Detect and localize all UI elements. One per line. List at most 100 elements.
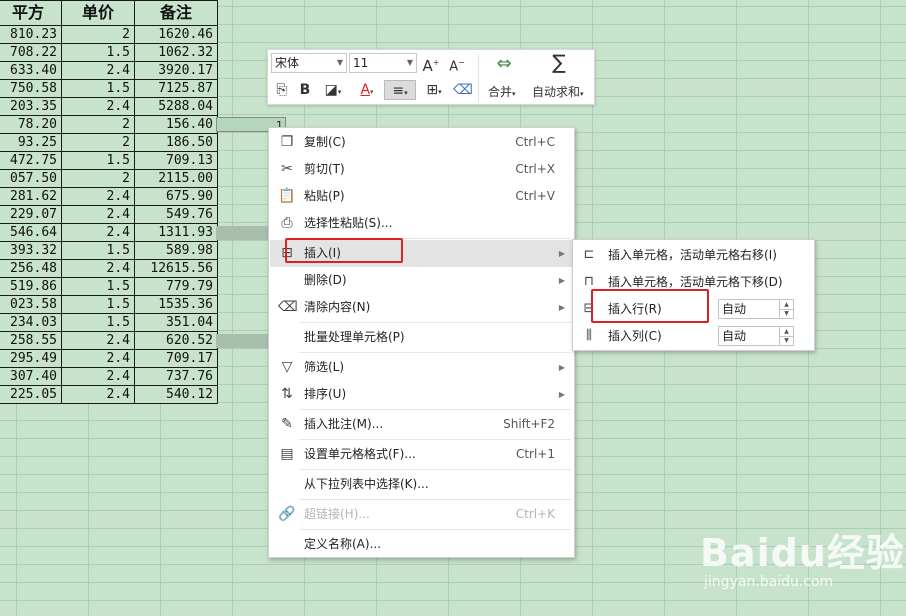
cell-notes[interactable]: 3920.17 [134, 61, 218, 80]
cell-notes[interactable]: 709.17 [134, 349, 218, 368]
clear-format-icon[interactable]: ⌫ [452, 80, 474, 100]
increase-font-size-icon[interactable]: A+ [420, 53, 442, 75]
menu-item-sort[interactable]: ⇅ 排序(U) ▶ [270, 381, 573, 408]
cell-area[interactable]: 78.20 [0, 115, 62, 134]
menu-item-clear-contents[interactable]: ⌫ 清除内容(N) ▶ [270, 294, 573, 321]
cell-price[interactable]: 2 [61, 25, 135, 44]
autosum-button[interactable]: 自动求和▾ [532, 83, 584, 100]
cell-area[interactable]: 393.32 [0, 241, 62, 260]
cell-area[interactable]: 472.75 [0, 151, 62, 170]
insert-row-count-stepper[interactable]: 自动 ▲ ▼ [718, 299, 794, 319]
cell-area[interactable]: 708.22 [0, 43, 62, 62]
cell-price[interactable]: 2.4 [61, 331, 135, 350]
cell-price[interactable]: 2.4 [61, 385, 135, 404]
cell-price[interactable]: 1.5 [61, 79, 135, 98]
cell-price[interactable]: 1.5 [61, 277, 135, 296]
cell-area[interactable]: 519.86 [0, 277, 62, 296]
font-size-select[interactable]: 11 ▼ [349, 53, 417, 73]
menu-item-pick-from-list[interactable]: 从下拉列表中选择(K)... [270, 471, 573, 498]
cell-notes[interactable]: 186.50 [134, 133, 218, 152]
cell-area[interactable]: 225.05 [0, 385, 62, 404]
cell-notes[interactable]: 589.98 [134, 241, 218, 260]
cell-area[interactable]: 281.62 [0, 187, 62, 206]
align-center-icon[interactable]: ≡▾ [384, 80, 416, 100]
cell-area[interactable]: 307.40 [0, 367, 62, 386]
menu-item-batch-process[interactable]: 批量处理单元格(P) [270, 324, 573, 351]
cell-notes[interactable]: 540.12 [134, 385, 218, 404]
menu-item-paste[interactable]: 📋 粘贴(P) Ctrl+V [270, 183, 573, 210]
font-color-icon[interactable]: A▾ [352, 80, 382, 100]
cell-notes[interactable]: 549.76 [134, 205, 218, 224]
cell-area[interactable]: 810.23 [0, 25, 62, 44]
highlighted-cell[interactable] [216, 226, 268, 240]
cell-price[interactable]: 2 [61, 133, 135, 152]
cell-notes[interactable]: 5288.04 [134, 97, 218, 116]
cell-notes[interactable]: 1535.36 [134, 295, 218, 314]
cell-area[interactable]: 057.50 [0, 169, 62, 188]
cell-price[interactable]: 2.4 [61, 349, 135, 368]
merge-button[interactable]: 合并▾ [488, 83, 516, 100]
cell-notes[interactable]: 779.79 [134, 277, 218, 296]
cell-notes[interactable]: 675.90 [134, 187, 218, 206]
column-header-area[interactable]: 平方 [0, 0, 62, 26]
cell-notes[interactable]: 351.04 [134, 313, 218, 332]
cell-area[interactable]: 295.49 [0, 349, 62, 368]
cell-price[interactable]: 2.4 [61, 61, 135, 80]
submenu-item-insert-column[interactable]: ⫼ 插入列(C) 自动 ▲ ▼ [574, 323, 813, 349]
menu-item-insert-comment[interactable]: ✎ 插入批注(M)... Shift+F2 [270, 411, 573, 438]
cell-price[interactable]: 2.4 [61, 259, 135, 278]
cell-price[interactable]: 2.4 [61, 367, 135, 386]
cell-price[interactable]: 2 [61, 169, 135, 188]
fill-color-icon[interactable]: ◪▾ [318, 80, 348, 100]
cell-area[interactable]: 258.55 [0, 331, 62, 350]
cell-notes[interactable]: 1620.46 [134, 25, 218, 44]
merge-cells-icon[interactable]: ⇔ [490, 54, 518, 74]
cell-area[interactable]: 750.58 [0, 79, 62, 98]
format-painter-icon[interactable]: ⎘ [272, 80, 292, 100]
menu-item-format-cells[interactable]: ▤ 设置单元格格式(F)... Ctrl+1 [270, 441, 573, 468]
menu-item-paste-special[interactable]: ⎙ 选择性粘贴(S)... [270, 210, 573, 237]
cell-price[interactable]: 2.4 [61, 223, 135, 242]
cell-price[interactable]: 2.4 [61, 187, 135, 206]
column-header-notes[interactable]: 备注 [134, 0, 218, 26]
menu-item-copy[interactable]: ❐ 复制(C) Ctrl+C [270, 129, 573, 156]
cell-area[interactable]: 203.35 [0, 97, 62, 116]
menu-item-cut[interactable]: ✂ 剪切(T) Ctrl+X [270, 156, 573, 183]
bold-icon[interactable]: B [296, 80, 314, 100]
cell-area[interactable]: 234.03 [0, 313, 62, 332]
cell-notes[interactable]: 737.76 [134, 367, 218, 386]
cell-price[interactable]: 2 [61, 115, 135, 134]
cell-area[interactable]: 256.48 [0, 259, 62, 278]
font-name-select[interactable]: 宋体 ▼ [271, 53, 347, 73]
cell-notes[interactable]: 709.13 [134, 151, 218, 170]
cell-price[interactable]: 2.4 [61, 205, 135, 224]
cell-notes[interactable]: 156.40 [134, 115, 218, 134]
cell-price[interactable]: 1.5 [61, 295, 135, 314]
borders-icon[interactable]: ⊞▾ [420, 80, 448, 100]
cell-notes[interactable]: 2115.00 [134, 169, 218, 188]
cell-notes[interactable]: 620.52 [134, 331, 218, 350]
cell-area[interactable]: 93.25 [0, 133, 62, 152]
stepper-down-icon[interactable]: ▼ [779, 309, 793, 318]
cell-price[interactable]: 1.5 [61, 43, 135, 62]
submenu-item-insert-cells-shift-right[interactable]: ⊏ 插入单元格，活动单元格右移(I) [574, 242, 813, 268]
cell-area[interactable]: 023.58 [0, 295, 62, 314]
menu-item-filter[interactable]: ▽ 筛选(L) ▶ [270, 354, 573, 381]
sigma-icon[interactable]: ∑ [548, 52, 570, 72]
cell-notes[interactable]: 12615.56 [134, 259, 218, 278]
cell-area[interactable]: 633.40 [0, 61, 62, 80]
menu-item-delete[interactable]: 删除(D) ▶ [270, 267, 573, 294]
column-header-price[interactable]: 单价 [61, 0, 135, 26]
menu-item-define-name[interactable]: 定义名称(A)... [270, 531, 573, 558]
cell-notes[interactable]: 1311.93 [134, 223, 218, 242]
cell-area[interactable]: 546.64 [0, 223, 62, 242]
cell-notes[interactable]: 1062.32 [134, 43, 218, 62]
cell-area[interactable]: 229.07 [0, 205, 62, 224]
stepper-down-icon[interactable]: ▼ [779, 336, 793, 345]
decrease-font-size-icon[interactable]: A− [446, 53, 468, 74]
cell-notes[interactable]: 7125.87 [134, 79, 218, 98]
cell-price[interactable]: 1.5 [61, 241, 135, 260]
cell-price[interactable]: 2.4 [61, 97, 135, 116]
highlighted-cell[interactable] [216, 334, 268, 348]
cell-price[interactable]: 1.5 [61, 151, 135, 170]
